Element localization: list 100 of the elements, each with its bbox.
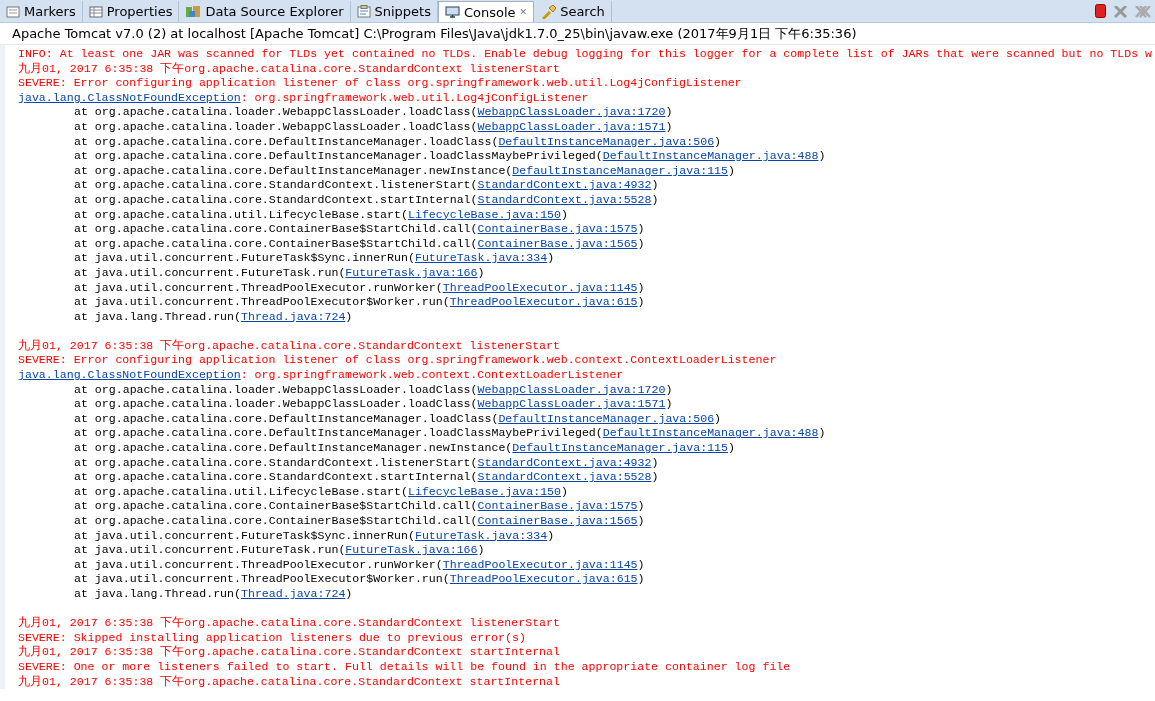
source-link[interactable]: Thread.java:724 bbox=[241, 309, 346, 323]
database-icon bbox=[185, 5, 202, 18]
stack-frame: at org.apache.catalina.core.ContainerBase$StartChild.call( bbox=[74, 499, 478, 513]
source-link[interactable]: DefaultInstanceManager.java:115 bbox=[512, 441, 728, 455]
stack-frame: at org.apache.catalina.loader.WebappClassLoader.loadClass( bbox=[74, 105, 478, 119]
source-link[interactable]: ContainerBase.java:1565 bbox=[477, 514, 638, 527]
source-link[interactable]: ThreadPoolExecutor.java:1145 bbox=[442, 557, 638, 571]
source-link[interactable]: DefaultInstanceManager.java:488 bbox=[602, 426, 819, 440]
source-link[interactable]: FutureTask.java:166 bbox=[345, 265, 478, 279]
source-link[interactable]: DefaultInstanceManager.java:506 bbox=[498, 134, 715, 148]
monitor-icon bbox=[445, 5, 460, 19]
source-link[interactable]: LifecycleBase.java:150 bbox=[407, 207, 562, 221]
stack-frame: at org.apache.catalina.util.LifecycleBase.start( bbox=[74, 484, 408, 498]
view-tab[interactable]: Console ✕ bbox=[438, 1, 535, 22]
log-line: SEVERE: Error configuring application listener of class org.springframework.web.util.Log4jConfigListener bbox=[18, 76, 742, 90]
source-link[interactable]: WebappClassLoader.java:1571 bbox=[477, 397, 666, 411]
source-link[interactable]: WebappClassLoader.java:1720 bbox=[477, 105, 666, 119]
source-link[interactable]: ThreadPoolExecutor.java:615 bbox=[449, 295, 638, 309]
stack-frame: at org.apache.catalina.loader.WebappClassLoader.loadClass( bbox=[74, 397, 478, 411]
closing-paren: ) bbox=[637, 236, 645, 250]
closing-paren: ) bbox=[561, 207, 568, 221]
stack-frame: at org.apache.catalina.core.StandardContext.startInternal( bbox=[74, 470, 478, 484]
console-title: Apache Tomcat v7.0 (2) at localhost [Apache Tomcat] C:\Program Files\Java\jdk1.7.0_25\bin\javaw.exe (2017年9月1日 下午6:35:36) bbox=[12, 26, 857, 41]
source-link[interactable]: StandardContext.java:5528 bbox=[477, 192, 652, 206]
view-tab[interactable]: Search bbox=[534, 1, 612, 22]
stack-frame: at org.apache.catalina.core.DefaultInstanceManager.newInstance( bbox=[74, 441, 513, 455]
source-link[interactable]: LifecycleBase.java:150 bbox=[407, 484, 562, 498]
closing-paren: ) bbox=[665, 119, 673, 133]
stack-frame: at org.apache.catalina.loader.WebappClassLoader.loadClass( bbox=[74, 119, 478, 133]
source-link[interactable]: DefaultInstanceManager.java:506 bbox=[498, 411, 715, 425]
source-link[interactable]: ContainerBase.java:1565 bbox=[477, 236, 638, 250]
source-link[interactable]: FutureTask.java:166 bbox=[345, 543, 478, 557]
source-link[interactable]: ContainerBase.java:1575 bbox=[477, 222, 638, 236]
log-line: 九月01, 2017 6:35:38 下午org.apache.catalina.core.StandardContext startInternal bbox=[18, 674, 560, 688]
stop-icon[interactable] bbox=[1095, 4, 1106, 18]
view-tab[interactable]: Properties bbox=[82, 1, 180, 22]
source-link[interactable]: DefaultInstanceManager.java:115 bbox=[512, 163, 728, 177]
closing-paren: ) bbox=[637, 222, 645, 236]
source-link[interactable]: WebappClassLoader.java:1720 bbox=[477, 382, 666, 396]
closing-paren: ) bbox=[637, 295, 645, 309]
closing-paren: ) bbox=[665, 105, 673, 119]
stack-frame: at org.apache.catalina.core.ContainerBase$StartChild.call( bbox=[74, 236, 478, 250]
closing-paren: ) bbox=[637, 572, 645, 586]
log-line: SEVERE: One or more listeners failed to start. Full details will be found in the appropriate container log file bbox=[18, 659, 791, 673]
source-link[interactable]: ThreadPoolExecutor.java:615 bbox=[449, 572, 638, 586]
stack-frame: at org.apache.catalina.core.DefaultInstanceManager.newInstance( bbox=[74, 163, 513, 177]
closing-paren: ) bbox=[818, 149, 826, 163]
closing-paren: ) bbox=[665, 397, 673, 411]
closing-paren: ) bbox=[651, 192, 659, 206]
view-tab[interactable]: Data Source Explorer bbox=[179, 1, 351, 22]
stack-frame: at java.util.concurrent.FutureTask.run( bbox=[74, 543, 346, 557]
stack-frame: at org.apache.catalina.core.StandardContext.startInternal( bbox=[74, 192, 478, 206]
closing-paren: ) bbox=[345, 586, 353, 600]
list-icon bbox=[6, 5, 20, 18]
source-link[interactable]: ThreadPoolExecutor.java:1145 bbox=[442, 280, 638, 294]
stack-frame: at java.util.concurrent.FutureTask$Sync.innerRun( bbox=[74, 251, 415, 265]
stack-frame: at org.apache.catalina.util.LifecycleBase.start( bbox=[74, 207, 408, 221]
exception-link[interactable]: java.lang.ClassNotFoundException bbox=[18, 368, 241, 382]
stack-frame: at org.apache.catalina.core.ContainerBase$StartChild.call( bbox=[74, 222, 478, 236]
stack-frame: at java.util.concurrent.FutureTask.run( bbox=[74, 265, 346, 279]
stack-frame: at java.util.concurrent.ThreadPoolExecutor.runWorker( bbox=[74, 557, 443, 571]
log-line: 九月01, 2017 6:35:38 下午org.apache.catalina.core.StandardContext listenerStart bbox=[18, 338, 560, 352]
stack-frame: at org.apache.catalina.core.StandardContext.listenerStart( bbox=[74, 455, 478, 469]
source-link[interactable]: DefaultInstanceManager.java:488 bbox=[602, 149, 819, 163]
view-tab[interactable]: Markers bbox=[0, 1, 83, 22]
source-link[interactable]: FutureTask.java:334 bbox=[414, 528, 548, 542]
closing-paren: ) bbox=[665, 382, 673, 396]
closing-paren: ) bbox=[561, 484, 568, 498]
closing-paren: ) bbox=[637, 514, 645, 527]
source-link[interactable]: ContainerBase.java:1575 bbox=[477, 499, 638, 513]
close-tab-button[interactable]: ✕ bbox=[519, 7, 528, 17]
closing-paren: ) bbox=[714, 134, 722, 148]
closing-paren: ) bbox=[651, 470, 659, 484]
source-link[interactable]: StandardContext.java:4932 bbox=[477, 455, 652, 469]
closing-paren: ) bbox=[637, 557, 645, 571]
remove-icon[interactable] bbox=[1114, 6, 1127, 18]
exception-message: : org.springframework.web.util.Log4jConfigListener bbox=[240, 90, 589, 104]
source-link[interactable]: StandardContext.java:5528 bbox=[477, 470, 652, 484]
closing-paren: ) bbox=[651, 178, 659, 192]
remove-all-icon[interactable] bbox=[1135, 6, 1151, 18]
stack-frame: at org.apache.catalina.core.StandardContext.listenerStart( bbox=[74, 178, 478, 192]
stack-frame: at java.util.concurrent.ThreadPoolExecutor$Worker.run( bbox=[74, 295, 450, 309]
closing-paren: ) bbox=[547, 528, 555, 542]
stack-frame: at org.apache.catalina.core.ContainerBase$StartChild.call( bbox=[74, 514, 478, 527]
source-link[interactable]: WebappClassLoader.java:1571 bbox=[477, 119, 666, 133]
closing-paren: ) bbox=[637, 280, 645, 294]
log-line: INFO: At least one JAR was scanned for TLDs yet contained no TLDs. Enable debug logging for this logger for a complete list of JARs that were scanned but no TLDs w bbox=[18, 47, 1153, 60]
source-link[interactable]: FutureTask.java:334 bbox=[414, 251, 548, 265]
table-icon bbox=[88, 5, 103, 18]
closing-paren: ) bbox=[818, 426, 826, 440]
log-line: 九月01, 2017 6:35:38 下午org.apache.catalina.core.StandardContext startInternal bbox=[18, 645, 560, 659]
closing-paren: ) bbox=[547, 251, 555, 265]
view-tab[interactable]: Snippets bbox=[350, 1, 438, 22]
stack-frame: at org.apache.catalina.core.DefaultInstanceManager.loadClass( bbox=[74, 411, 499, 425]
stack-frame: at java.lang.Thread.run( bbox=[74, 586, 241, 600]
source-link[interactable]: StandardContext.java:4932 bbox=[477, 178, 652, 192]
closing-paren: ) bbox=[637, 499, 645, 513]
source-link[interactable]: Thread.java:724 bbox=[241, 586, 346, 600]
log-line: SEVERE: Error configuring application listener of class org.springframework.web.context.ContextLoaderListener bbox=[18, 353, 777, 367]
exception-link[interactable]: java.lang.ClassNotFoundException bbox=[18, 90, 241, 104]
